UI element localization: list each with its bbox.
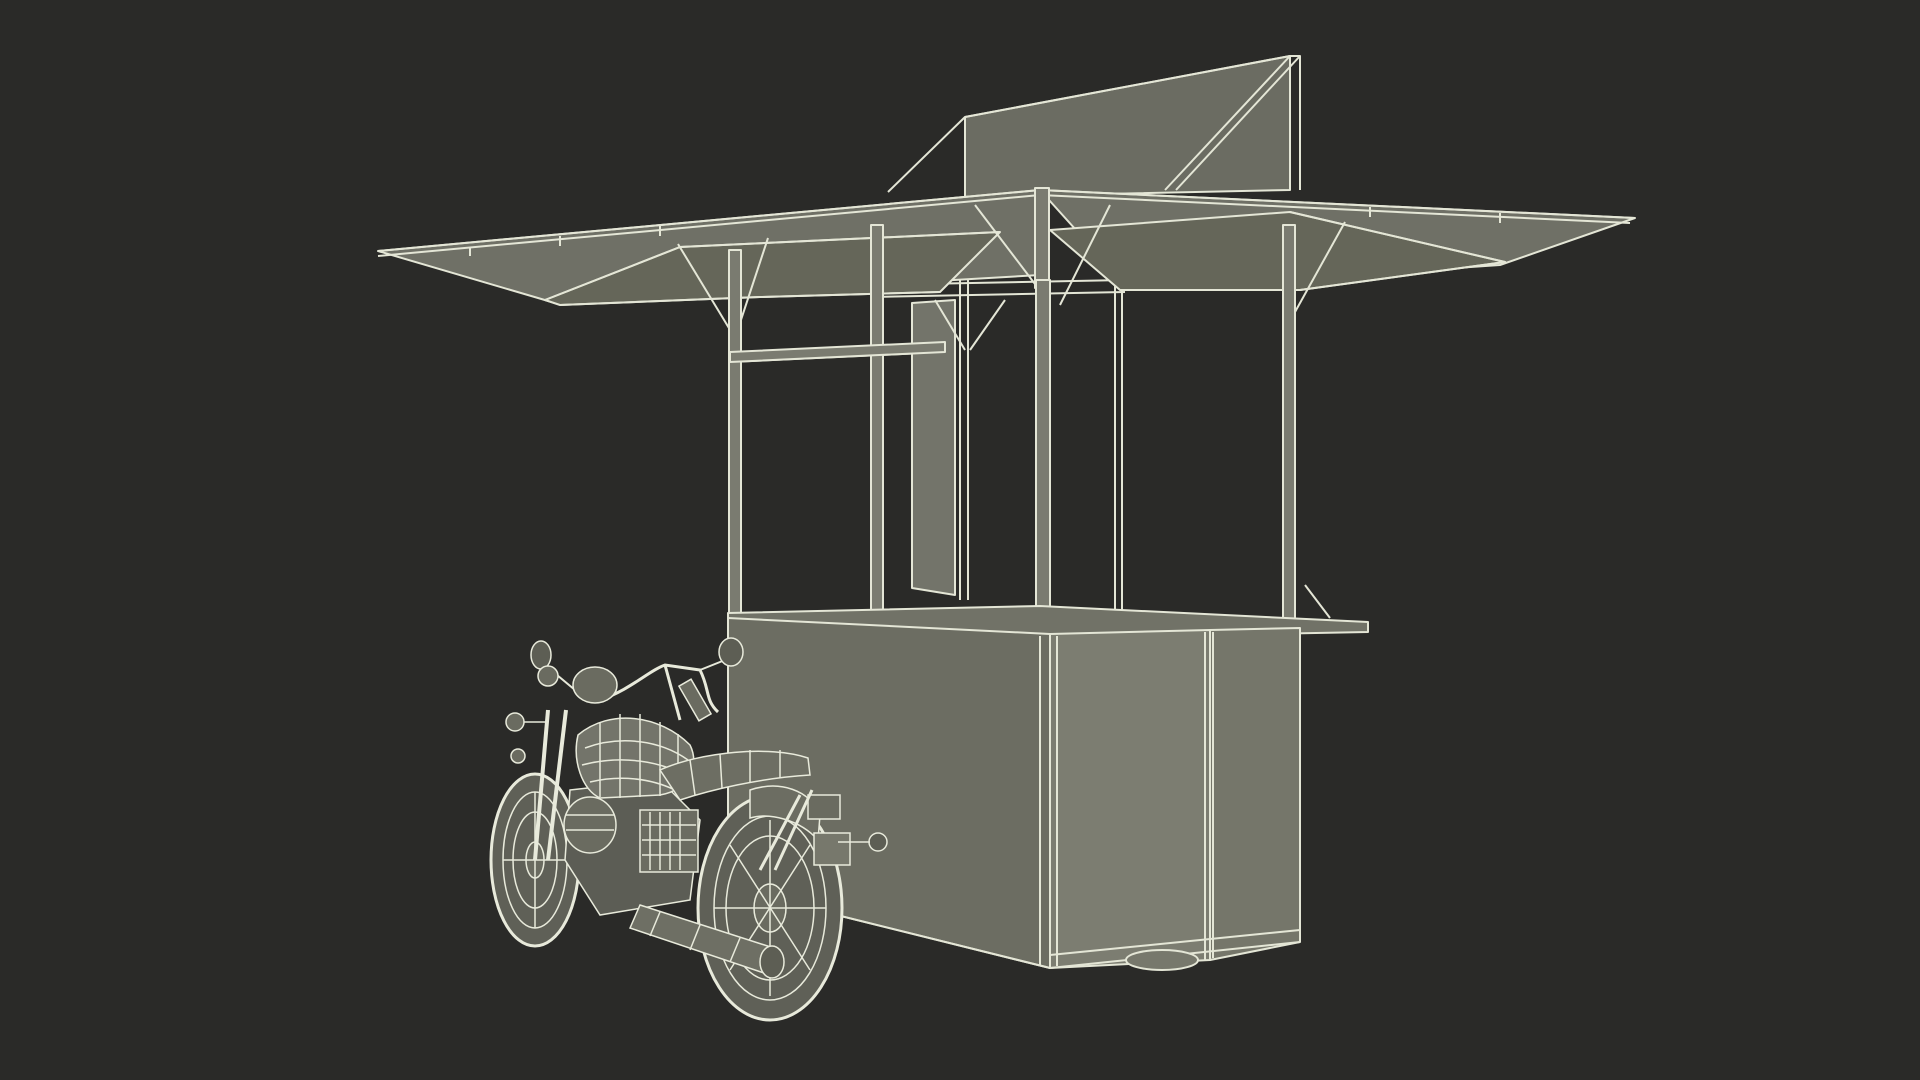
- render-viewport: [0, 0, 1920, 1080]
- wireframe-render: [377, 55, 1636, 1022]
- canopy-right: [1039, 189, 1636, 291]
- counter-chain: [1304, 584, 1331, 619]
- canopy-left: [377, 189, 1041, 306]
- motorcycle-rear-wheel: [696, 794, 844, 1022]
- roof-sign: [887, 55, 1301, 198]
- roof-ridge: [1034, 187, 1050, 289]
